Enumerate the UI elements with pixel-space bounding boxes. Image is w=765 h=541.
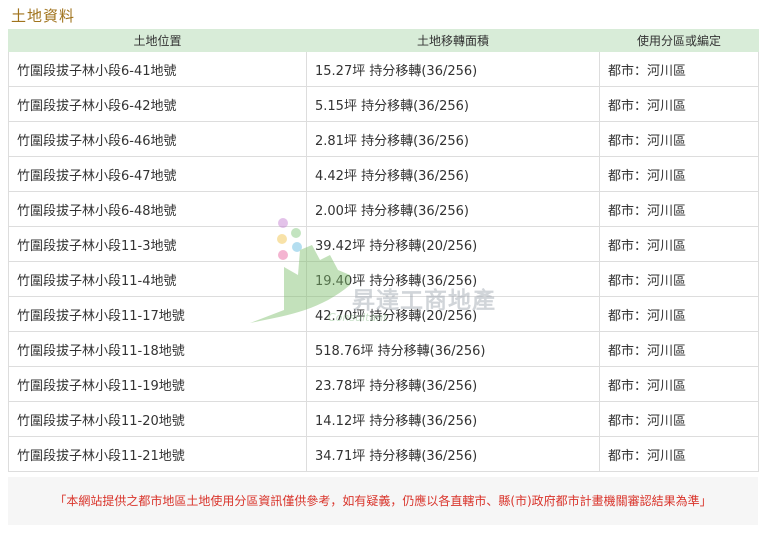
table-row: 竹圍段拔子林小段6-48地號 2.00坪 持分移轉(36/256) 都市：河川區 <box>8 191 759 227</box>
cell-zoning: 都市：河川區 <box>599 261 759 297</box>
cell-zoning: 都市：河川區 <box>599 296 759 332</box>
disclaimer-notice: 「本網站提供之都市地區土地使用分區資訊僅供參考，如有疑義，仍應以各直轄市、縣(市… <box>8 477 758 525</box>
cell-land-location: 竹圍段拔子林小段6-47地號 <box>8 156 307 192</box>
cell-zoning: 都市：河川區 <box>599 331 759 367</box>
cell-land-location: 竹圍段拔子林小段11-19地號 <box>8 366 307 402</box>
table-body: 竹圍段拔子林小段6-41地號 15.27坪 持分移轉(36/256) 都市：河川區竹… <box>8 51 759 472</box>
table-row: 竹圍段拔子林小段11-21地號 34.71坪 持分移轉(36/256) 都市：河川區 <box>8 436 759 472</box>
cell-zoning: 都市：河川區 <box>599 156 759 192</box>
cell-zoning: 都市：河川區 <box>599 191 759 227</box>
section-title: 土地資料 <box>11 7 76 25</box>
cell-zoning: 都市：河川區 <box>599 226 759 262</box>
cell-transfer-area: 4.42坪 持分移轉(36/256) <box>306 156 600 192</box>
cell-land-location: 竹圍段拔子林小段11-3地號 <box>8 226 307 262</box>
header-land-location: 土地位置 <box>8 29 307 52</box>
cell-zoning: 都市：河川區 <box>599 366 759 402</box>
cell-transfer-area: 19.40坪 持分移轉(36/256) <box>306 261 600 297</box>
cell-transfer-area: 23.78坪 持分移轉(36/256) <box>306 366 600 402</box>
cell-transfer-area: 14.12坪 持分移轉(36/256) <box>306 401 600 437</box>
table-row: 竹圍段拔子林小段11-3地號 39.42坪 持分移轉(20/256) 都市：河川區 <box>8 226 759 262</box>
table-row: 竹圍段拔子林小段11-18地號 518.76坪 持分移轉(36/256) 都市：河川… <box>8 331 759 367</box>
cell-land-location: 竹圍段拔子林小段11-20地號 <box>8 401 307 437</box>
table-row: 竹圍段拔子林小段6-47地號 4.42坪 持分移轉(36/256) 都市：河川區 <box>8 156 759 192</box>
cell-land-location: 竹圍段拔子林小段6-41地號 <box>8 51 307 87</box>
cell-zoning: 都市：河川區 <box>599 86 759 122</box>
cell-land-location: 竹圍段拔子林小段11-21地號 <box>8 436 307 472</box>
table-row: 竹圍段拔子林小段11-20地號 14.12坪 持分移轉(36/256) 都市：河川區 <box>8 401 759 437</box>
land-data-page: 土地資料 土地位置 土地移轉面積 使用分區或編定 竹圍段拔子林小段6-41地號 1… <box>0 0 765 541</box>
cell-zoning: 都市：河川區 <box>599 121 759 157</box>
cell-transfer-area: 2.81坪 持分移轉(36/256) <box>306 121 600 157</box>
cell-transfer-area: 518.76坪 持分移轉(36/256) <box>306 331 600 367</box>
cell-land-location: 竹圍段拔子林小段6-48地號 <box>8 191 307 227</box>
table-header-row: 土地位置 土地移轉面積 使用分區或編定 <box>8 29 759 52</box>
cell-zoning: 都市：河川區 <box>599 401 759 437</box>
table-row: 竹圍段拔子林小段6-42地號 5.15坪 持分移轉(36/256) 都市：河川區 <box>8 86 759 122</box>
cell-transfer-area: 5.15坪 持分移轉(36/256) <box>306 86 600 122</box>
header-transfer-area: 土地移轉面積 <box>306 29 600 52</box>
table-row: 竹圍段拔子林小段6-46地號 2.81坪 持分移轉(36/256) 都市：河川區 <box>8 121 759 157</box>
cell-transfer-area: 34.71坪 持分移轉(36/256) <box>306 436 600 472</box>
cell-land-location: 竹圍段拔子林小段11-17地號 <box>8 296 307 332</box>
cell-transfer-area: 39.42坪 持分移轉(20/256) <box>306 226 600 262</box>
table-row: 竹圍段拔子林小段11-19地號 23.78坪 持分移轉(36/256) 都市：河川區 <box>8 366 759 402</box>
cell-land-location: 竹圍段拔子林小段6-42地號 <box>8 86 307 122</box>
cell-transfer-area: 15.27坪 持分移轉(36/256) <box>306 51 600 87</box>
land-table: 土地位置 土地移轉面積 使用分區或編定 竹圍段拔子林小段6-41地號 15.27坪… <box>8 29 759 472</box>
table-row: 竹圍段拔子林小段11-4地號 19.40坪 持分移轉(36/256) 都市：河川區 <box>8 261 759 297</box>
header-zoning: 使用分區或編定 <box>599 29 759 52</box>
cell-transfer-area: 42.70坪 持分移轉(20/256) <box>306 296 600 332</box>
cell-land-location: 竹圍段拔子林小段6-46地號 <box>8 121 307 157</box>
cell-zoning: 都市：河川區 <box>599 51 759 87</box>
cell-transfer-area: 2.00坪 持分移轉(36/256) <box>306 191 600 227</box>
cell-land-location: 竹圍段拔子林小段11-18地號 <box>8 331 307 367</box>
cell-zoning: 都市：河川區 <box>599 436 759 472</box>
table-row: 竹圍段拔子林小段11-17地號 42.70坪 持分移轉(20/256) 都市：河川區 <box>8 296 759 332</box>
table-row: 竹圍段拔子林小段6-41地號 15.27坪 持分移轉(36/256) 都市：河川區 <box>8 51 759 87</box>
cell-land-location: 竹圍段拔子林小段11-4地號 <box>8 261 307 297</box>
